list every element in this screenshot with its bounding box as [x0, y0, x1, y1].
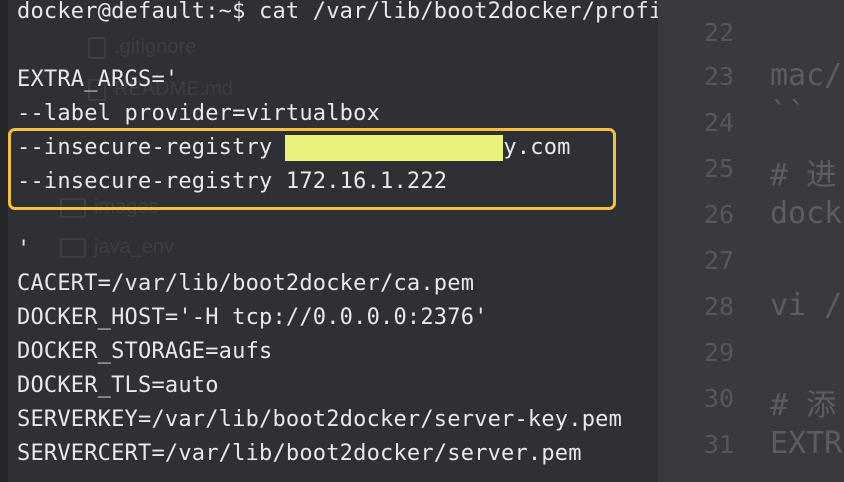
- ghost-tree-java-env: java_env: [60, 236, 174, 259]
- line-number: 22: [703, 18, 734, 47]
- code-fragment: vi /: [770, 288, 843, 323]
- output-line-docker-tls: DOCKER_TLS=auto: [17, 373, 219, 398]
- code-fragment: ``: [770, 96, 807, 131]
- line-number: 26: [703, 200, 734, 229]
- line-number: 24: [703, 108, 734, 137]
- output-line-label: --label provider=virtualbox: [17, 101, 381, 126]
- line-number: 31: [703, 430, 734, 459]
- code-fragment: # 添: [770, 388, 837, 423]
- ghost-tree-gitignore: .gitignore: [88, 36, 196, 59]
- line-number: 30: [703, 384, 734, 413]
- code-fragment: EXTR: [770, 426, 843, 461]
- output-line-cacert: CACERT=/var/lib/boot2docker/ca.pem: [17, 271, 475, 296]
- output-line-docker-host: DOCKER_HOST='-H tcp://0.0.0.0:2376': [17, 305, 488, 330]
- line-number: 27: [703, 246, 734, 275]
- editor-panel[interactable]: 22 23 24 25 26 27 28 29 30 31 mac/ `` # …: [658, 0, 844, 482]
- code-fragment: # 进: [770, 158, 837, 193]
- line-number: 29: [703, 338, 734, 367]
- output-line-servercert: SERVERCERT=/var/lib/boot2docker/server.p…: [17, 441, 582, 466]
- terminal-panel[interactable]: .gitignore README.md images java_env doc…: [8, 0, 658, 482]
- highlight-annotation-box: [8, 128, 616, 210]
- window-edge: [0, 0, 8, 482]
- output-line-serverkey: SERVERKEY=/var/lib/boot2docker/server-ke…: [17, 407, 623, 432]
- file-icon: [88, 36, 106, 59]
- code-fragment: mac/: [770, 58, 843, 93]
- line-number: 25: [703, 154, 734, 183]
- command-prompt-line: docker@default:~$ cat /var/lib/boot2dock…: [17, 0, 658, 24]
- output-line-docker-storage: DOCKER_STORAGE=aufs: [17, 339, 273, 364]
- output-line-close-quote: ': [17, 237, 31, 262]
- line-number: 23: [703, 62, 734, 91]
- folder-icon: [60, 237, 86, 258]
- code-fragment: dock: [770, 196, 843, 231]
- line-number: 28: [703, 292, 734, 321]
- output-line-extra-args: EXTRA_ARGS=': [17, 67, 179, 92]
